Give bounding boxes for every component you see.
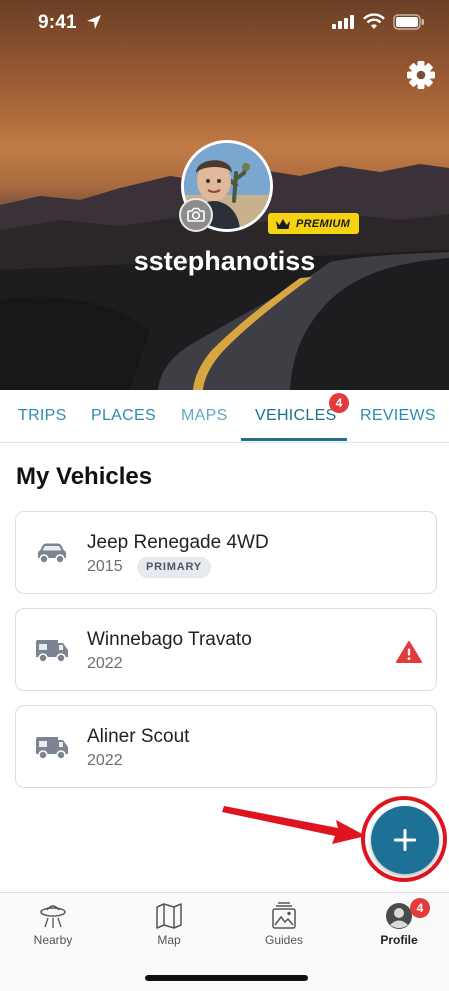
vehicle-year: 2015: [87, 558, 123, 575]
nav-label: Guides: [264, 933, 304, 947]
settings-gear-icon[interactable]: [404, 58, 438, 92]
profile-header: 9:41 PREMIUM sstephanotiss: [0, 0, 449, 390]
tab-places[interactable]: PLACES: [91, 407, 156, 425]
premium-badge: PREMIUM: [268, 213, 360, 234]
vehicle-card[interactable]: Jeep Renegade 4WD 2015 PRIMARY: [15, 511, 437, 594]
nav-map[interactable]: Map: [124, 901, 214, 947]
status-bar: 9:41: [0, 0, 449, 46]
camera-icon: [187, 207, 205, 222]
status-time: 9:41: [38, 12, 77, 33]
nav-guides[interactable]: Guides: [239, 901, 329, 947]
rv-icon: [36, 640, 68, 663]
location-arrow-icon: [87, 15, 101, 29]
section-title: My Vehicles: [16, 463, 153, 490]
tab-vehicles[interactable]: VEHICLES: [255, 407, 337, 425]
vehicle-card[interactable]: Winnebago Travato 2022: [15, 608, 437, 691]
premium-label: PREMIUM: [296, 217, 351, 230]
plus-icon: [394, 829, 416, 851]
nav-nearby[interactable]: Nearby: [8, 901, 98, 947]
cellular-signal-icon: [332, 15, 354, 29]
crown-icon: [276, 218, 290, 229]
wifi-icon: [363, 13, 385, 29]
warning-icon[interactable]: [396, 640, 422, 664]
change-photo-button[interactable]: [179, 198, 213, 232]
vehicle-year: 2022: [87, 752, 123, 769]
vehicle-card[interactable]: Aliner Scout 2022: [15, 705, 437, 788]
map-icon: [156, 903, 182, 929]
battery-icon: [393, 14, 424, 30]
rv-icon: [36, 737, 68, 760]
tab-trips[interactable]: TRIPS: [18, 407, 67, 425]
nav-label: Map: [157, 933, 181, 947]
nav-profile[interactable]: Profile: [354, 901, 444, 947]
vehicle-name: Jeep Renegade 4WD: [87, 532, 269, 553]
profile-tabs: TRIPS PLACES MAPS VEHICLES 4 REVIEWS: [0, 390, 449, 443]
profile-badge: 4: [410, 898, 430, 918]
username: sstephanotiss: [133, 246, 316, 276]
tab-reviews[interactable]: REVIEWS: [360, 407, 436, 425]
nav-label: Profile: [380, 933, 418, 947]
guides-icon: [272, 902, 296, 929]
primary-badge: PRIMARY: [137, 557, 211, 578]
tab-vehicles-badge: 4: [329, 393, 349, 413]
vehicle-name: Winnebago Travato: [87, 629, 252, 650]
ufo-icon: [40, 905, 66, 928]
add-vehicle-button[interactable]: [371, 806, 439, 874]
red-arrow-annotation: [222, 806, 366, 844]
active-tab-indicator: [241, 438, 347, 441]
nav-label: Nearby: [33, 933, 73, 947]
car-icon: [38, 543, 66, 564]
home-indicator: [145, 975, 308, 981]
vehicle-year: 2022: [87, 655, 123, 672]
vehicle-name: Aliner Scout: [87, 726, 190, 747]
tab-maps[interactable]: MAPS: [181, 407, 228, 425]
